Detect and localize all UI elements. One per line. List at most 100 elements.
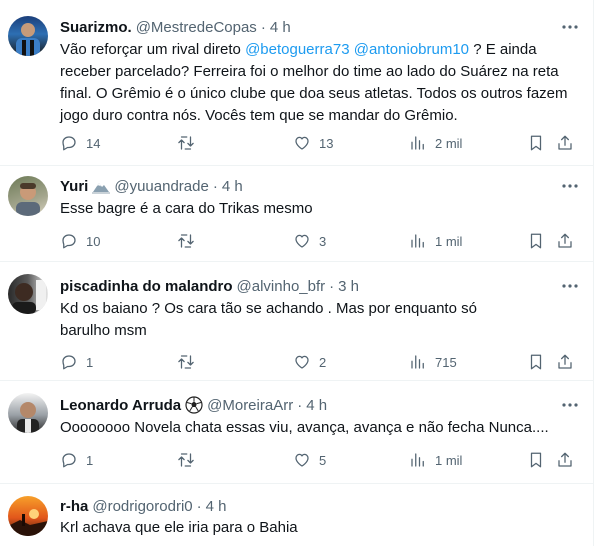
- avatar[interactable]: [8, 274, 48, 314]
- retweet-button[interactable]: [177, 352, 203, 372]
- retweet-button[interactable]: [177, 231, 203, 251]
- like-count: 13: [319, 135, 334, 151]
- display-name[interactable]: Leonardo Arruda: [60, 397, 181, 414]
- reply-count: 1: [86, 354, 94, 370]
- retweet-icon: [178, 234, 194, 248]
- like-button[interactable]: 13: [293, 133, 333, 153]
- timestamp[interactable]: 4 h: [270, 19, 291, 36]
- separator-dot: ·: [212, 177, 218, 195]
- reply-icon: [62, 355, 76, 370]
- separator-dot: ·: [196, 497, 202, 515]
- bookmark-icon: [530, 354, 542, 370]
- share-icon: [558, 233, 572, 248]
- more-button[interactable]: [560, 276, 580, 296]
- tweet-actions: 1 2 715: [60, 352, 580, 372]
- tweet-piscadinha[interactable]: piscadinha do malandro @alvinho_bfr · 3 …: [0, 262, 594, 381]
- avatar-image: [16, 23, 40, 56]
- avatar[interactable]: [8, 16, 48, 56]
- timestamp[interactable]: 4 h: [306, 397, 327, 414]
- more-button[interactable]: [560, 395, 580, 415]
- share-button[interactable]: [556, 133, 574, 153]
- bookmark-button[interactable]: [527, 450, 545, 470]
- views-icon: [411, 453, 424, 467]
- views-button[interactable]: 715: [409, 352, 457, 372]
- timestamp[interactable]: 3 h: [338, 278, 359, 295]
- separator-dot: ·: [329, 277, 335, 295]
- views-icon: [411, 136, 424, 150]
- share-button[interactable]: [556, 231, 574, 251]
- more-button[interactable]: [560, 17, 580, 37]
- avatar[interactable]: [8, 176, 48, 216]
- tweet-header: Suarizmo. @MestredeCopas · 4 h: [60, 17, 291, 37]
- tweet-yuri[interactable]: Yuri @yuuandrade · 4 h Esse bagre é a ca…: [0, 166, 594, 262]
- display-name[interactable]: piscadinha do malandro: [60, 278, 233, 295]
- mention-link[interactable]: @antoniobrum10: [354, 41, 469, 58]
- avatar[interactable]: [8, 496, 48, 536]
- user-handle[interactable]: @rodrigorodri0: [92, 498, 192, 515]
- more-button[interactable]: [560, 176, 580, 196]
- bookmark-button[interactable]: [527, 133, 545, 153]
- timestamp[interactable]: 4 h: [206, 498, 227, 515]
- reply-button[interactable]: 10: [60, 231, 100, 251]
- reply-count: 14: [86, 135, 101, 151]
- display-name[interactable]: Yuri: [60, 178, 88, 195]
- reply-button[interactable]: 1: [60, 450, 93, 470]
- tweet-header: piscadinha do malandro @alvinho_bfr · 3 …: [60, 276, 359, 296]
- tweet-text: Esse bagre é a cara do Trikas mesmo: [60, 200, 313, 217]
- tweet-suarizmo[interactable]: Suarizmo. @MestredeCopas · 4 h Vão refor…: [0, 0, 594, 166]
- tweet-text: Kd os baiano ? Os cara tão se achando . …: [60, 300, 477, 339]
- user-handle[interactable]: @yuuandrade: [114, 178, 208, 195]
- separator-dot: ·: [297, 396, 303, 414]
- heart-icon: [295, 136, 309, 150]
- heart-icon: [295, 453, 309, 467]
- tweet-actions: 14 13 2 mil: [60, 133, 580, 153]
- avatar-image: [8, 509, 48, 536]
- reply-icon: [62, 453, 76, 468]
- reply-button[interactable]: 14: [60, 133, 100, 153]
- tweet-header: Leonardo Arruda @MoreiraArr · 4 h: [60, 395, 327, 415]
- tweet-r-ha[interactable]: r-ha @rodrigorodri0 · 4 h Krl achava que…: [0, 484, 594, 546]
- share-button[interactable]: [556, 450, 574, 470]
- views-icon: [411, 355, 424, 369]
- retweet-button[interactable]: [177, 133, 203, 153]
- timestamp[interactable]: 4 h: [222, 178, 243, 195]
- display-name[interactable]: Suarizmo.: [60, 19, 132, 36]
- view-count: 1 mil: [435, 233, 463, 249]
- bookmark-button[interactable]: [527, 352, 545, 372]
- retweet-icon: [178, 136, 194, 150]
- like-button[interactable]: 3: [293, 231, 326, 251]
- like-button[interactable]: 5: [293, 450, 326, 470]
- view-count: 2 mil: [435, 135, 463, 151]
- avatar[interactable]: [8, 393, 48, 433]
- tweet-actions: 1 5 1 mil: [60, 450, 580, 470]
- reply-button[interactable]: 1: [60, 352, 93, 372]
- retweet-button[interactable]: [177, 450, 203, 470]
- views-icon: [411, 234, 424, 248]
- user-handle[interactable]: @MoreiraArr: [207, 397, 293, 414]
- reply-icon: [62, 136, 76, 151]
- tweet-leonardo[interactable]: Leonardo Arruda @MoreiraArr · 4 h Oooooo…: [0, 381, 594, 484]
- timeline: Suarizmo. @MestredeCopas · 4 h Vão refor…: [0, 0, 594, 546]
- views-button[interactable]: 1 mil: [409, 231, 462, 251]
- more-icon: [562, 25, 578, 29]
- mountain-emoji-icon: [92, 183, 111, 194]
- share-icon: [558, 135, 572, 150]
- tweet-header: r-ha @rodrigorodri0 · 4 h: [60, 496, 226, 516]
- soccer-ball-icon: [185, 396, 203, 414]
- mention-link[interactable]: @betoguerra73: [245, 41, 349, 58]
- views-button[interactable]: 1 mil: [409, 450, 462, 470]
- display-name[interactable]: r-ha: [60, 498, 88, 515]
- text-segment: Vão reforçar um rival direto: [60, 41, 246, 58]
- like-button[interactable]: 2: [293, 352, 326, 372]
- bookmark-icon: [530, 452, 542, 468]
- user-handle[interactable]: @alvinho_bfr: [237, 278, 326, 295]
- like-count: 5: [319, 452, 327, 468]
- user-handle[interactable]: @MestredeCopas: [136, 19, 257, 36]
- separator-dot: ·: [260, 18, 266, 36]
- share-button[interactable]: [556, 352, 574, 372]
- views-button[interactable]: 2 mil: [409, 133, 462, 153]
- bookmark-button[interactable]: [527, 231, 545, 251]
- tweet-text: Oooooooo Novela chata essas viu, avança,…: [60, 419, 549, 436]
- retweet-icon: [178, 355, 194, 369]
- avatar-image: [17, 402, 39, 433]
